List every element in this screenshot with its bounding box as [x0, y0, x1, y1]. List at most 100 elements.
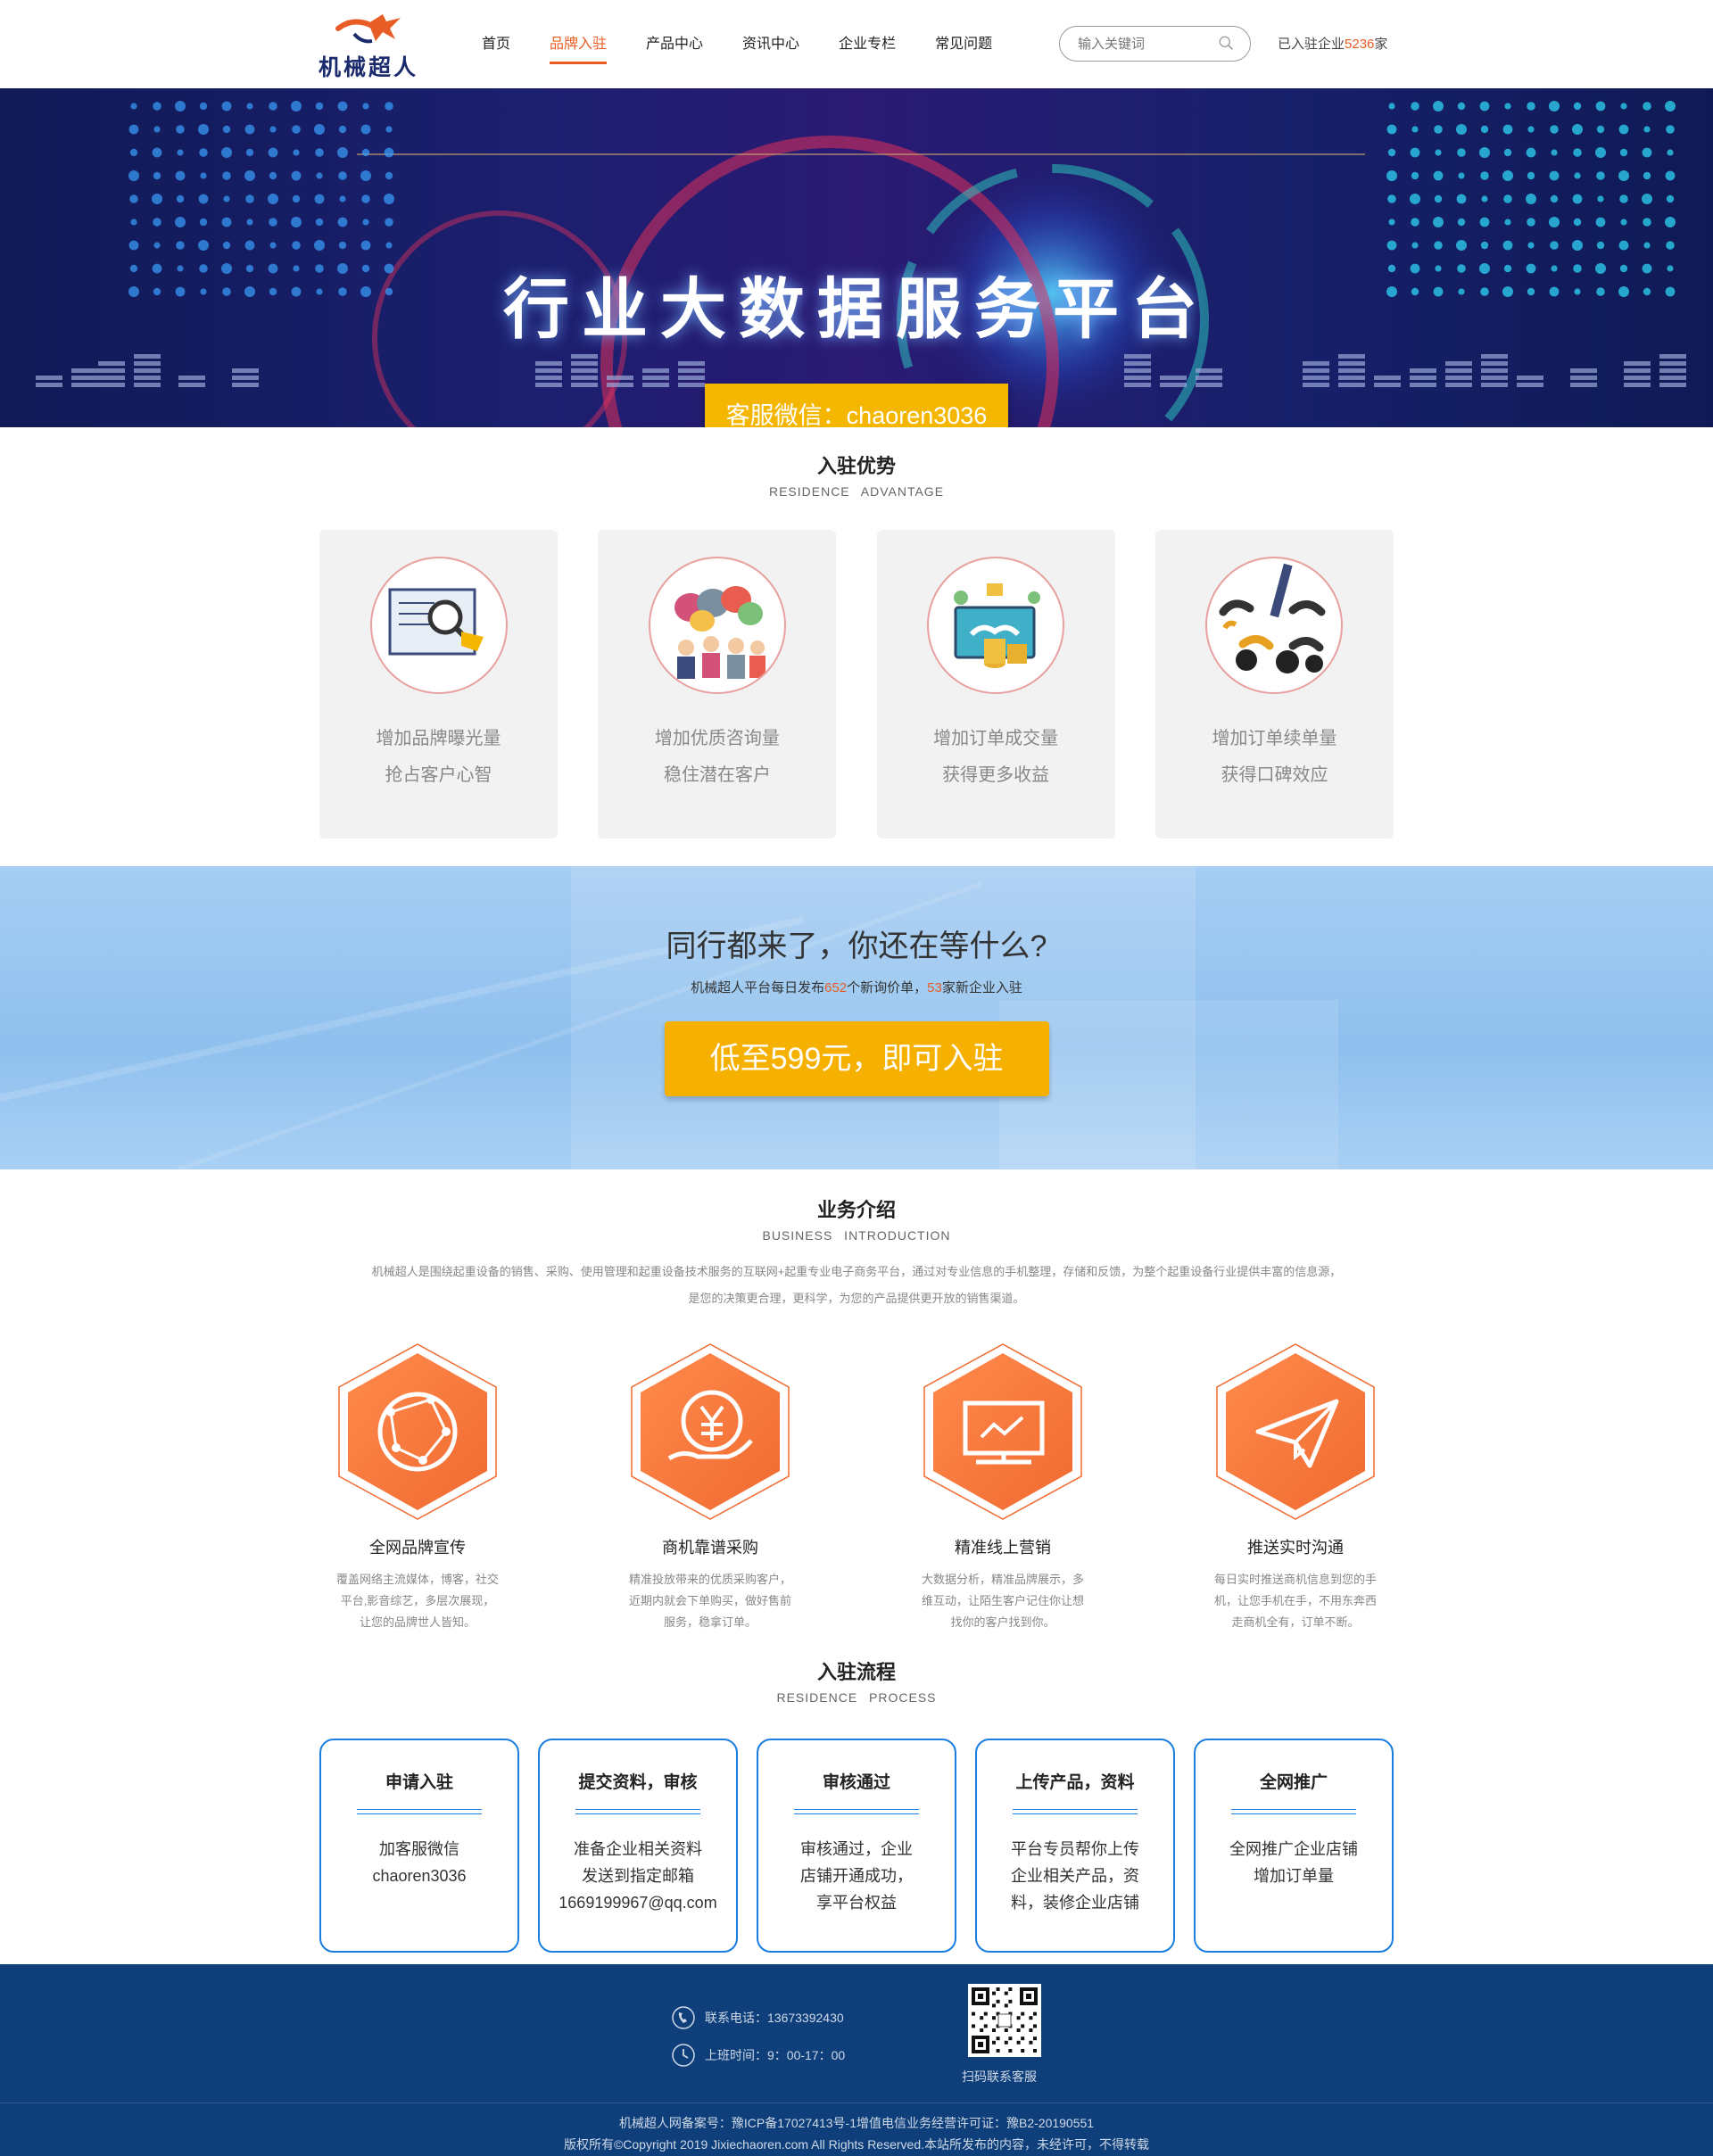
banner-dot	[244, 240, 255, 251]
site-logo[interactable]: 机械超人	[319, 9, 443, 80]
banner-bar	[36, 383, 62, 387]
nav-brand-join[interactable]: 品牌入驻	[550, 0, 608, 88]
banner-dot	[269, 126, 277, 133]
banner-dot	[1643, 171, 1651, 180]
banner-dot	[1527, 102, 1535, 111]
search-input[interactable]	[1078, 27, 1221, 61]
banner-bar	[1517, 376, 1543, 380]
banner-dot	[1503, 194, 1512, 203]
footer-icp: 机械超人网备案号：豫ICP备17027413号-1增值电信业务经营许可证：豫B2…	[618, 2116, 1095, 2130]
banner-dot	[315, 102, 324, 111]
banner-dot	[292, 125, 301, 134]
banner-dot	[1480, 241, 1489, 250]
banner-dot	[199, 218, 208, 227]
banner-dot	[1502, 124, 1513, 135]
banner-bar	[1624, 383, 1651, 387]
banner-bar	[1624, 368, 1651, 373]
banner-dot	[361, 194, 370, 203]
banner-dot	[314, 240, 325, 251]
banner-dot	[1387, 148, 1396, 157]
banner-dot	[199, 148, 208, 157]
qr-module	[1021, 2049, 1025, 2053]
banner-dot	[130, 219, 137, 226]
nav-faq[interactable]: 常见问题	[935, 0, 992, 88]
process-step-title: 申请入驻	[385, 1773, 453, 1792]
banner-dot	[1572, 124, 1583, 135]
nav-products[interactable]: 产品中心	[646, 0, 703, 88]
banner-bar	[535, 361, 562, 366]
banner-bar	[1481, 361, 1508, 366]
banner-dot	[130, 103, 137, 110]
banner-bar	[1517, 383, 1543, 387]
banner-dot	[385, 126, 393, 133]
join-button[interactable]: 低至599元，即可入驻	[664, 1021, 1049, 1096]
process-divider	[357, 1809, 482, 1814]
banner-dot	[1595, 147, 1606, 158]
phone-icon	[672, 2006, 695, 2029]
banner-dot	[1572, 240, 1583, 251]
banner-dot	[291, 170, 302, 181]
process-step-line: 发送到指定邮箱	[582, 1867, 694, 1885]
business-item-text: 大数据分析，精准品牌展示，多维互动，让陌生客户记住你让想找你的客户找到你。	[921, 1573, 1084, 1629]
banner-dot	[269, 242, 277, 249]
banner-dot	[1551, 149, 1558, 156]
qr-module	[992, 2016, 996, 2020]
banner-dot	[1502, 240, 1513, 251]
qr-module	[1021, 2011, 1025, 2016]
advantage-card: 增加优质咨询量 稳住潜在客户	[598, 530, 837, 838]
banner-dot	[244, 124, 255, 135]
banner-dot	[316, 172, 323, 179]
nav-enterprise[interactable]: 企业专栏	[839, 0, 896, 88]
banner-dot	[1550, 194, 1559, 203]
banner-dot	[360, 170, 371, 181]
qr-module	[1008, 1999, 1013, 2003]
site-footer: 联系电话：13673392430 上班时间：9：00-17：00 扫码联系客服 …	[0, 1964, 1713, 2156]
qr-module	[996, 1999, 1000, 2003]
banner-dot	[1527, 218, 1535, 227]
qr-module	[1004, 1991, 1008, 1995]
qr-module	[992, 2040, 996, 2044]
qr-module	[992, 2003, 996, 2008]
banner-dot	[1433, 217, 1444, 227]
handshake-coins-icon	[927, 557, 1065, 694]
footer-hours-row: 上班时间：9：00-17：00	[671, 2041, 845, 2069]
banner-bar	[1624, 361, 1651, 366]
process-divider	[575, 1809, 700, 1814]
banner-bar	[1659, 383, 1686, 387]
banner-dot	[1596, 241, 1605, 250]
banner-bar	[98, 368, 125, 373]
banner-dot	[1479, 101, 1490, 112]
search-icon[interactable]	[1219, 36, 1234, 51]
banner-dot	[1666, 125, 1675, 134]
qr-module	[996, 2049, 1000, 2053]
nav-home[interactable]: 首页	[482, 0, 510, 88]
banner-bar	[1124, 376, 1151, 380]
banner-dot	[175, 101, 186, 112]
qr-module	[992, 1991, 996, 1995]
banner-dot	[1573, 148, 1582, 157]
qr-module	[1016, 2016, 1021, 2020]
banner-bar	[232, 376, 259, 380]
banner-dot	[175, 170, 186, 181]
qr-module	[1029, 2040, 1033, 2044]
process-subtitle: RESIDENCE PROCESS	[776, 1690, 937, 1705]
banner-bar	[571, 361, 598, 366]
banner-dot	[176, 241, 185, 250]
banner-bar	[1659, 368, 1686, 373]
nav-news[interactable]: 资讯中心	[742, 0, 799, 88]
banner-bar	[178, 383, 205, 387]
search-box	[1059, 26, 1251, 62]
wechat-button[interactable]: 客服微信：chaoren3036	[705, 384, 1008, 427]
banner-dot	[1643, 242, 1651, 249]
banner-bar	[1374, 376, 1401, 380]
process-step-line: 享平台权益	[816, 1894, 897, 1912]
banner-bar	[1303, 368, 1329, 373]
process-divider	[1231, 1809, 1356, 1814]
banner-dot	[1550, 241, 1559, 250]
qr-module	[983, 2024, 988, 2028]
magnifier-document-icon	[369, 557, 508, 694]
banner-bar	[1338, 354, 1365, 359]
banner-dot	[1597, 195, 1604, 202]
banner-dot	[338, 171, 347, 180]
process-title: 入驻流程	[816, 1661, 896, 1683]
